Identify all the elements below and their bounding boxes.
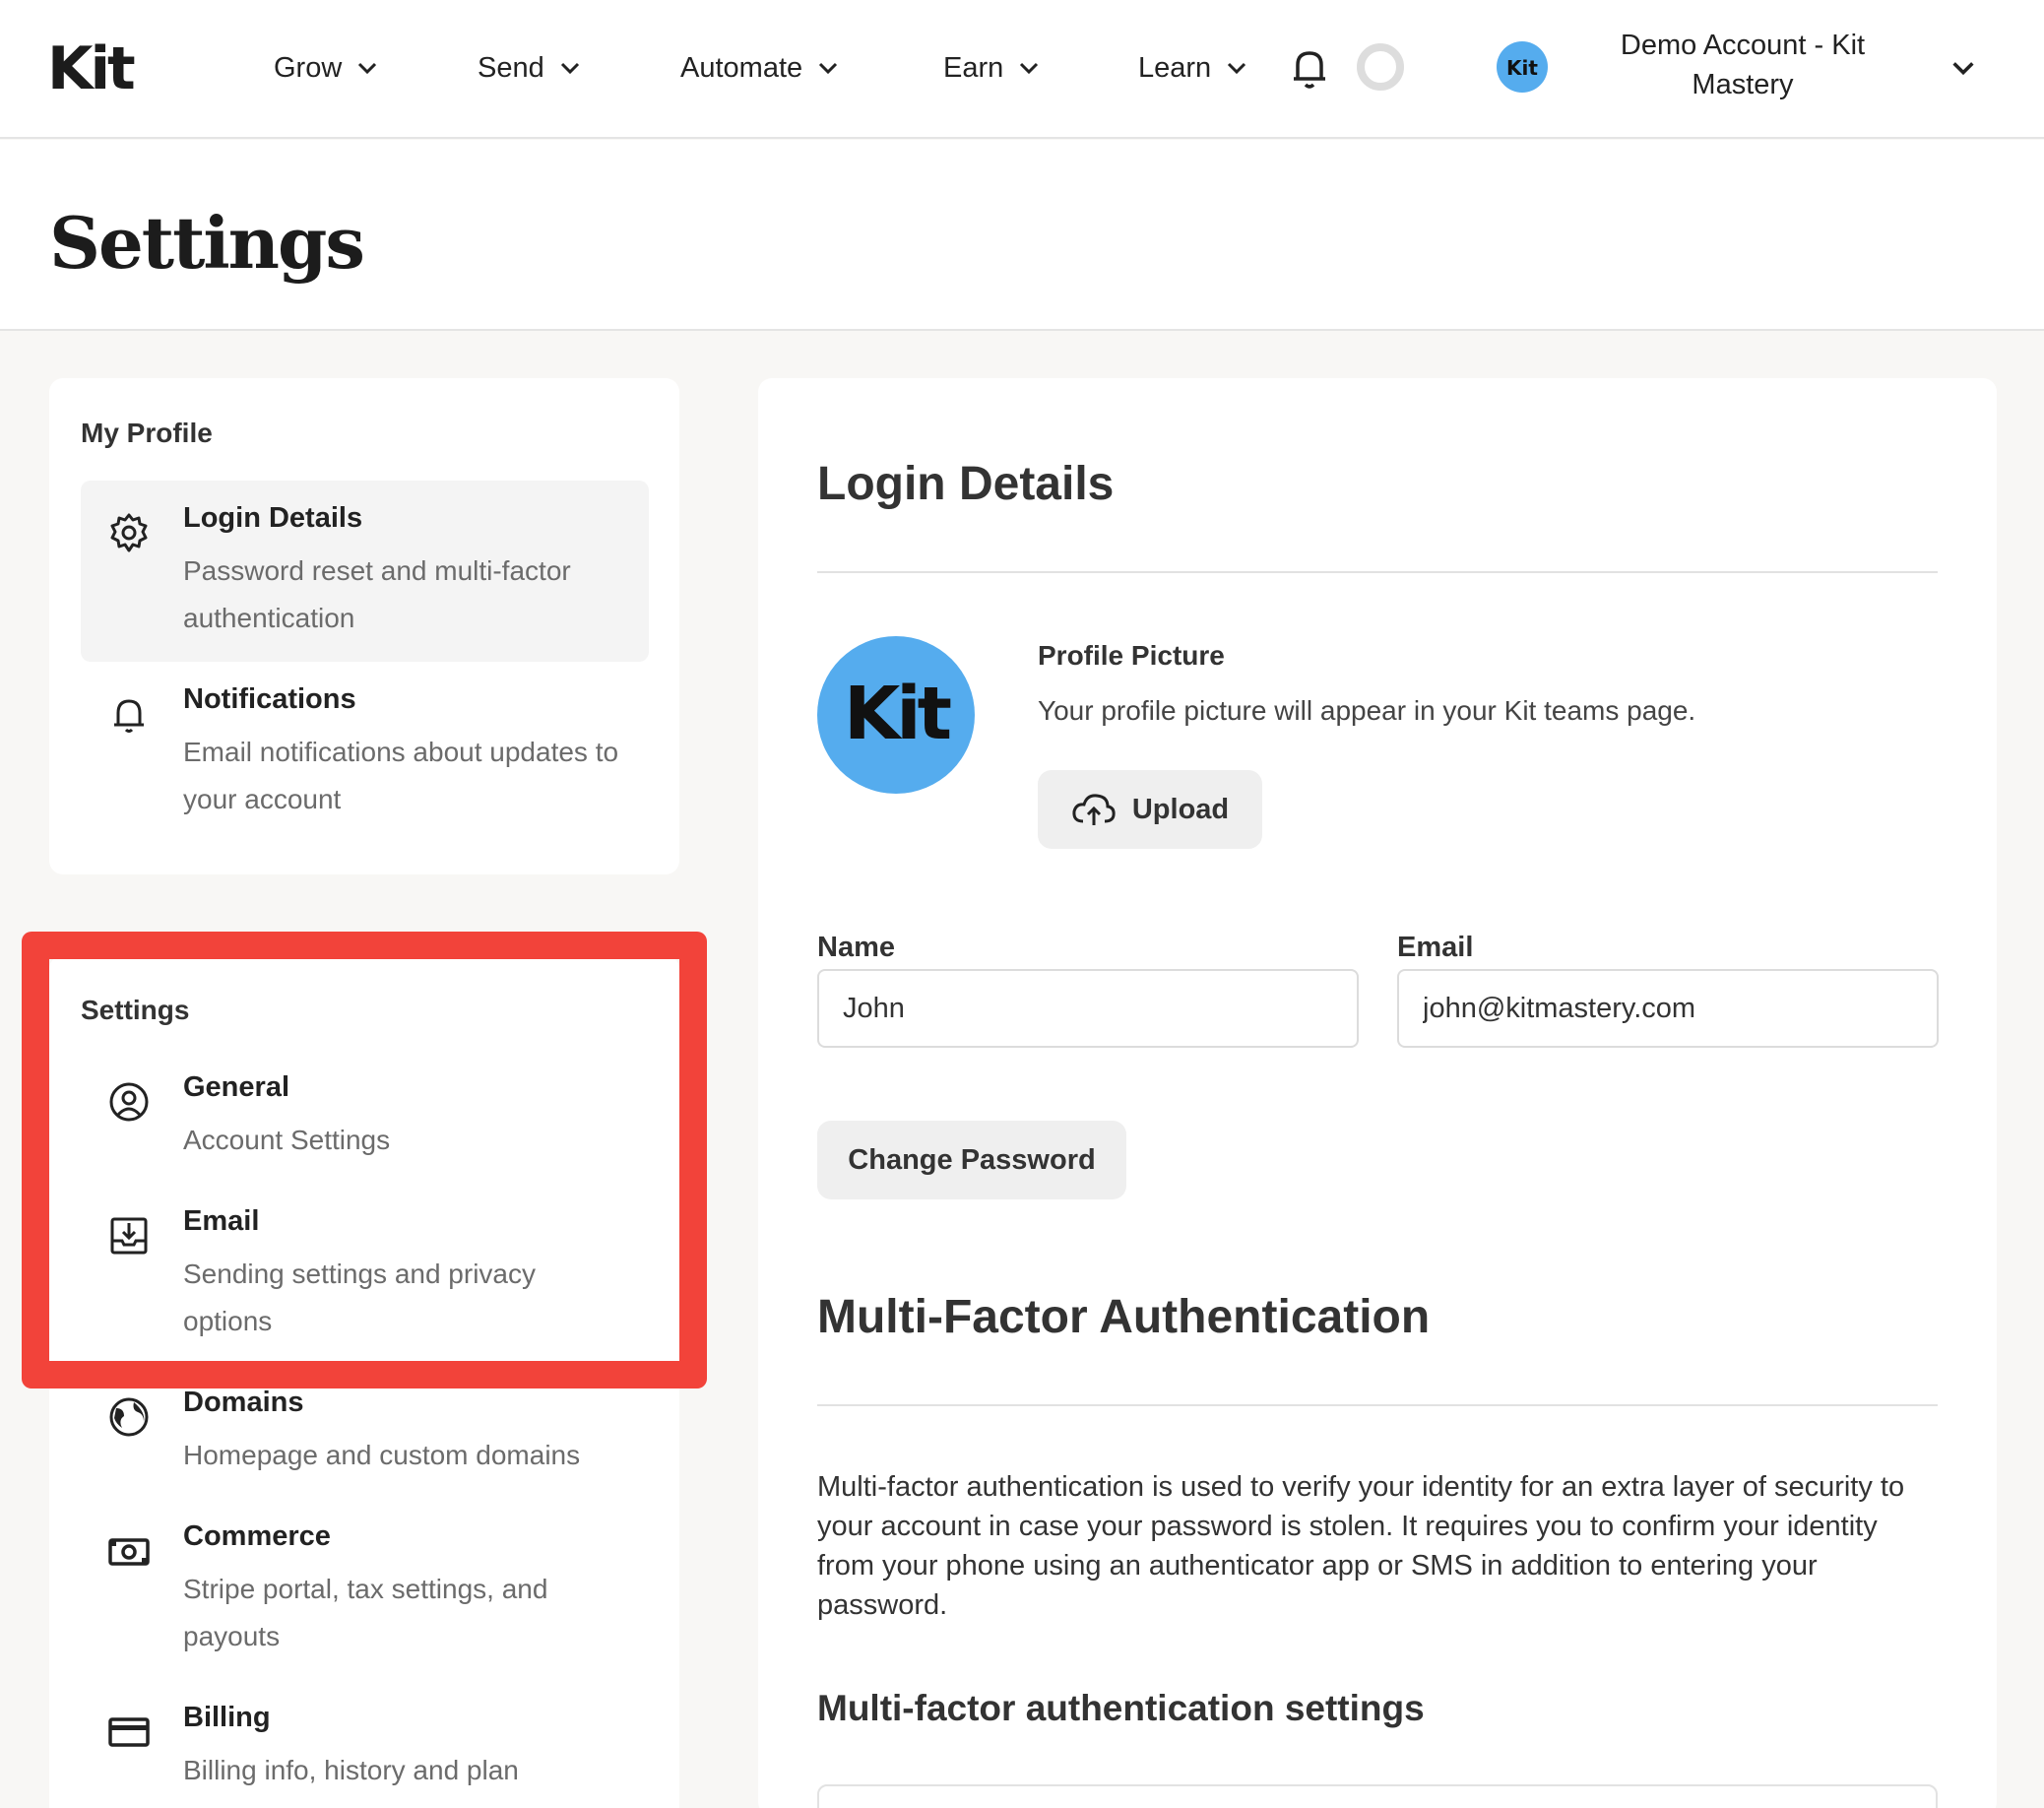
- chevron-down-icon: [1020, 62, 1039, 75]
- nav-automate[interactable]: Automate: [680, 47, 840, 89]
- globe-icon: [109, 1397, 149, 1437]
- mfa-settings-box: [817, 1784, 1938, 1808]
- settings-heading: Settings: [81, 995, 190, 1025]
- svg-text:Kit: Kit: [47, 39, 135, 97]
- mfa-description: Multi-factor authentication is used to v…: [817, 1471, 1905, 1621]
- nav-automate-label: Automate: [680, 51, 803, 84]
- sidebar-item-billing[interactable]: Billing Billing info, history and plan: [81, 1680, 649, 1808]
- nav-earn[interactable]: Earn: [943, 47, 1041, 89]
- user-circle-icon: [109, 1082, 149, 1122]
- money-icon: [108, 1538, 150, 1566]
- notifications-bell-icon[interactable]: [1290, 45, 1329, 91]
- sidebar-item-general[interactable]: General Account Settings: [81, 1050, 649, 1184]
- my-profile-heading: My Profile: [81, 418, 213, 448]
- page-header: Settings: [0, 140, 2044, 331]
- kit-logo[interactable]: Kit: [47, 39, 158, 97]
- divider: [817, 571, 1938, 573]
- loading-spinner: [1357, 43, 1404, 91]
- cloud-upload-icon: [1072, 794, 1116, 825]
- chevron-down-icon: [819, 62, 838, 75]
- sidebar-item-desc: Stripe portal, tax settings, and payouts: [183, 1574, 548, 1651]
- nav-learn[interactable]: Learn: [1138, 47, 1248, 89]
- svg-text:Kit: Kit: [844, 672, 951, 756]
- sidebar-item-title: Billing: [183, 1702, 271, 1733]
- nav-grow[interactable]: Grow: [274, 47, 379, 89]
- top-nav: Kit Grow Send Automate Earn Learn Kit De…: [0, 0, 2044, 139]
- chevron-down-icon: [1228, 62, 1246, 75]
- sidebar-item-email[interactable]: Email Sending settings and privacy optio…: [81, 1184, 649, 1365]
- account-avatar[interactable]: Kit: [1497, 41, 1548, 93]
- mfa-settings-title: Multi-factor authentication settings: [817, 1688, 1425, 1728]
- sidebar-item-desc: Email notifications about updates to you…: [183, 737, 619, 814]
- nav-learn-label: Learn: [1138, 51, 1212, 84]
- sidebar-item-desc: Homepage and custom domains: [183, 1440, 581, 1470]
- credit-card-icon: [108, 1717, 150, 1747]
- email-field[interactable]: [1397, 969, 1939, 1048]
- gear-icon: [110, 513, 148, 552]
- name-field[interactable]: [817, 969, 1359, 1048]
- bell-icon: [114, 699, 144, 733]
- sidebar-item-domains[interactable]: Domains Homepage and custom domains: [81, 1365, 649, 1499]
- sidebar-item-title: General: [183, 1071, 289, 1103]
- account-chevron-down-icon[interactable]: [1949, 54, 1977, 82]
- page-title: Settings: [49, 201, 365, 285]
- settings-card: Settings General Account Settings Email …: [49, 955, 679, 1808]
- nav-grow-label: Grow: [274, 51, 343, 84]
- upload-button[interactable]: Upload: [1038, 770, 1262, 849]
- upload-label: Upload: [1131, 793, 1230, 825]
- sidebar-item-login-details[interactable]: Login Details Password reset and multi-f…: [81, 481, 649, 662]
- sidebar-item-title: Notifications: [183, 683, 356, 715]
- my-profile-card: My Profile Login Details Password reset …: [49, 378, 679, 874]
- sidebar-item-title: Commerce: [183, 1520, 331, 1552]
- profile-picture-label: Profile Picture: [1038, 640, 1225, 671]
- sidebar-item-title: Domains: [183, 1387, 304, 1418]
- account-name[interactable]: Demo Account - Kit Mastery: [1595, 26, 1890, 104]
- nav-send-label: Send: [478, 51, 544, 84]
- sidebar-item-title: Login Details: [183, 502, 363, 534]
- nav-earn-label: Earn: [943, 51, 1004, 84]
- chevron-down-icon: [358, 62, 377, 75]
- chevron-down-icon: [560, 62, 579, 75]
- profile-picture-desc: Your profile picture will appear in your…: [1038, 695, 1696, 726]
- profile-picture-avatar: Kit: [817, 636, 975, 794]
- sidebar-item-desc: Billing info, history and plan: [183, 1755, 519, 1785]
- login-details-panel: Login Details Kit Profile Picture Your p…: [758, 378, 1997, 1808]
- login-details-title: Login Details: [817, 458, 1115, 510]
- sidebar-item-desc: Password reset and multi-factor authenti…: [183, 555, 571, 633]
- change-password-button[interactable]: Change Password: [817, 1121, 1126, 1199]
- sidebar-item-title: Email: [183, 1205, 260, 1237]
- sidebar-item-commerce[interactable]: Commerce Stripe portal, tax settings, an…: [81, 1499, 649, 1680]
- mfa-title: Multi-Factor Authentication: [817, 1291, 1431, 1343]
- name-label: Name: [817, 932, 895, 963]
- nav-send[interactable]: Send: [478, 47, 582, 89]
- sidebar-item-notifications[interactable]: Notifications Email notifications about …: [81, 662, 649, 843]
- email-label: Email: [1397, 932, 1474, 963]
- sidebar-item-desc: Account Settings: [183, 1125, 391, 1155]
- svg-text:Kit: Kit: [1506, 56, 1538, 80]
- divider: [817, 1404, 1938, 1406]
- inbox-download-icon: [110, 1217, 148, 1255]
- sidebar-item-desc: Sending settings and privacy options: [183, 1259, 536, 1336]
